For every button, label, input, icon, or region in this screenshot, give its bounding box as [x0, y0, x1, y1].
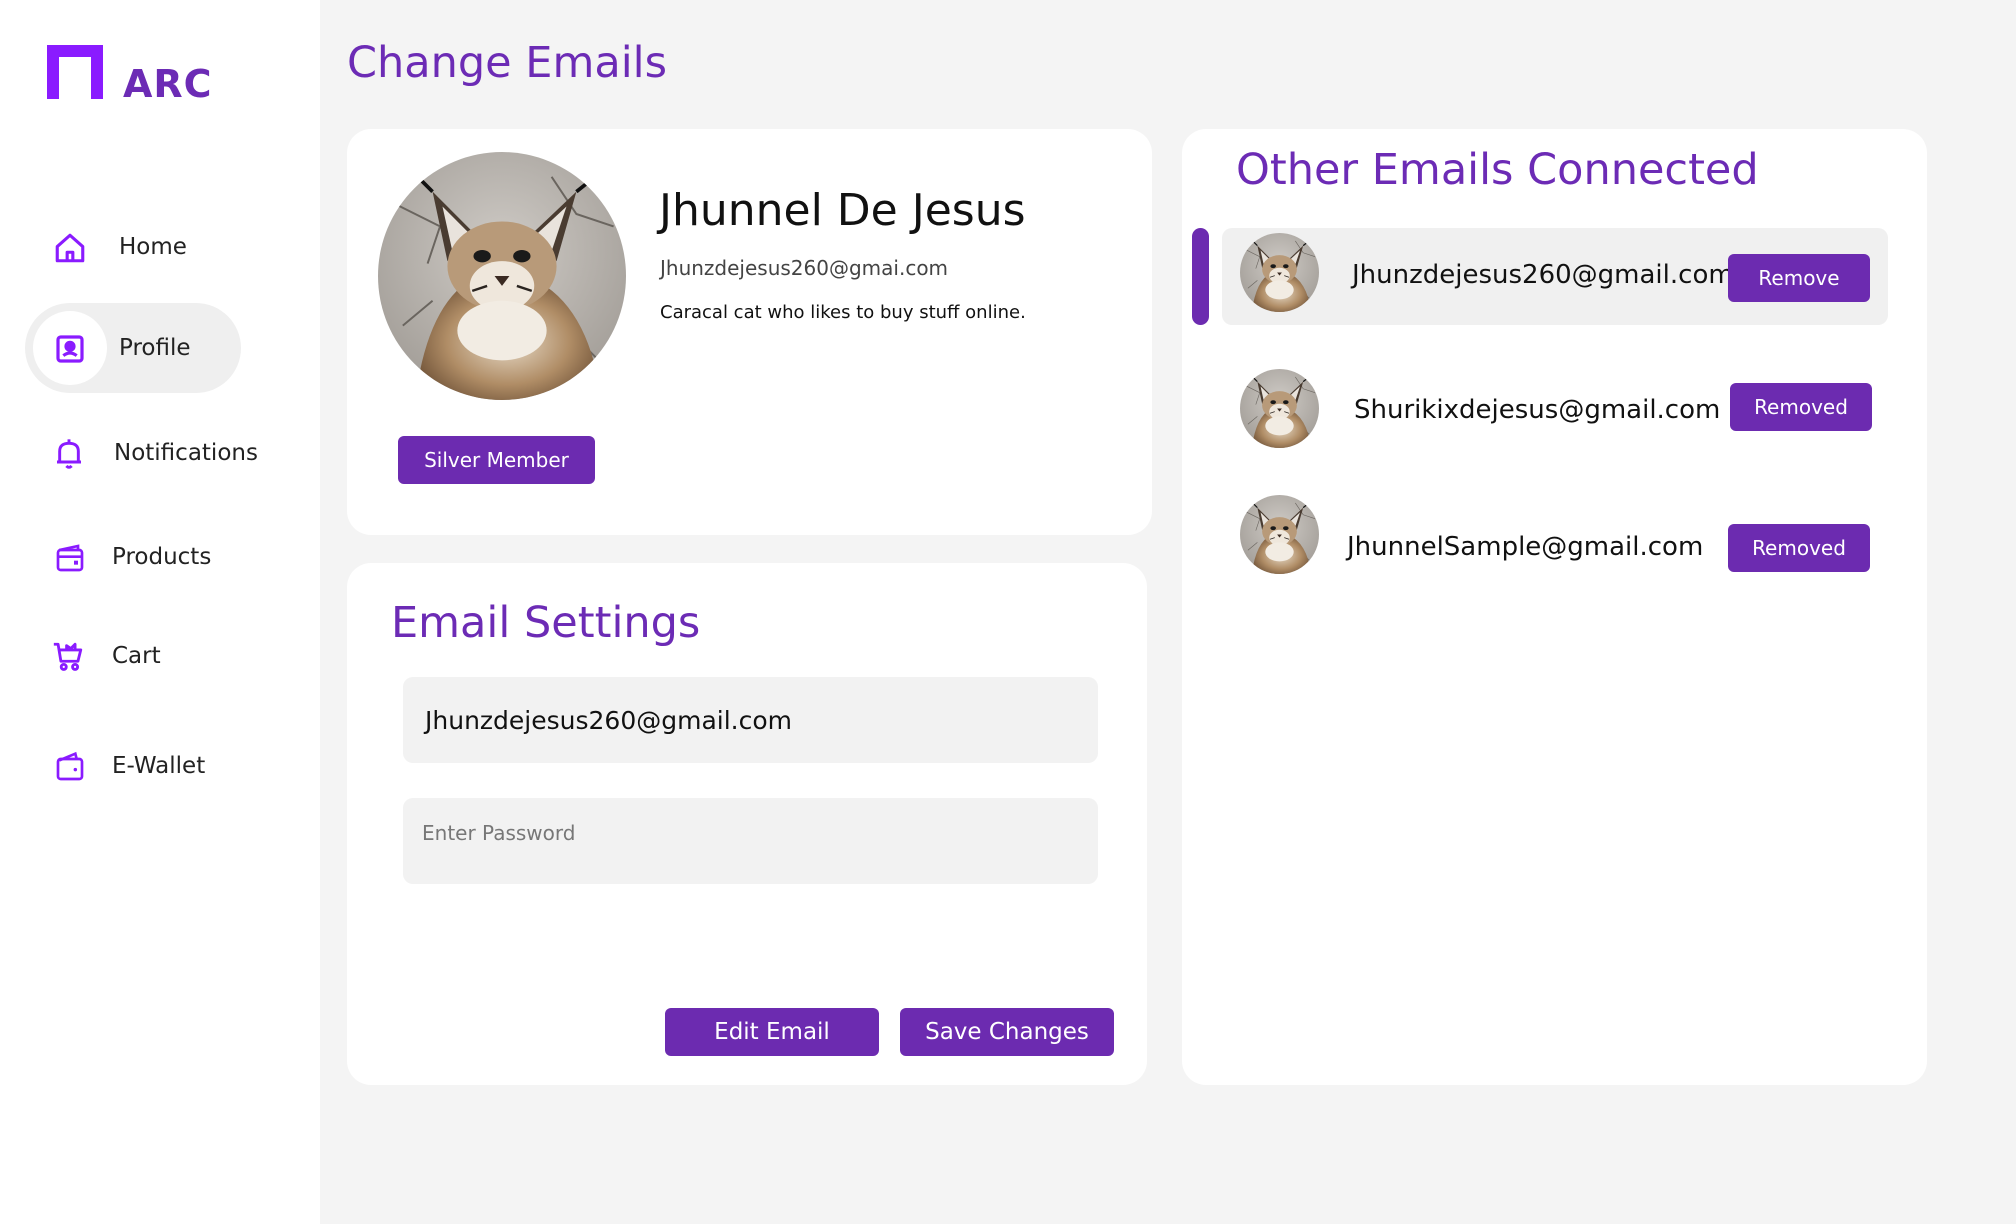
password-field[interactable]: [403, 798, 1098, 884]
profile-bio: Caracal cat who likes to buy stuff onlin…: [660, 302, 1026, 323]
connected-email: Shurikixdejesus@gmail.com: [1354, 395, 1721, 425]
sidebar-item-label: Products: [112, 544, 212, 570]
removed-email-button[interactable]: Removed: [1730, 383, 1872, 431]
list-item[interactable]: Jhunzdejesus260@gmail.com Remove: [1222, 228, 1888, 325]
edit-email-button[interactable]: Edit Email: [665, 1008, 879, 1056]
password-field-wrapper: [403, 798, 1098, 884]
sidebar-item-home[interactable]: Home: [0, 213, 320, 283]
sidebar-item-label: Home: [119, 234, 187, 260]
sidebar-item-profile[interactable]: Profile: [0, 314, 320, 384]
connected-email: Jhunzdejesus260@gmail.com: [1352, 260, 1734, 290]
save-changes-button[interactable]: Save Changes: [900, 1008, 1114, 1056]
wallet-icon: [50, 747, 90, 787]
logo-mark-icon: [47, 45, 103, 99]
list-item[interactable]: JhunnelSample@gmail.com Removed: [1222, 490, 1888, 587]
sidebar-item-label: Profile: [119, 335, 191, 361]
sidebar-item-label: E-Wallet: [112, 753, 206, 779]
sidebar-item-notifications[interactable]: Notifications: [0, 419, 320, 489]
sidebar: ARC Home Profile Notifications Products …: [0, 0, 320, 1224]
sidebar-item-e-wallet[interactable]: E-Wallet: [0, 732, 320, 802]
logo-text: ARC: [123, 62, 213, 106]
cart-icon: [48, 637, 88, 677]
profile-email: Jhunzdejesus260@gmai.com: [660, 256, 949, 280]
sidebar-item-products[interactable]: Products: [0, 523, 320, 593]
profile-name: Jhunnel De Jesus: [659, 185, 1026, 236]
avatar: [1240, 495, 1319, 574]
avatar: [1240, 233, 1319, 312]
avatar: [1240, 369, 1319, 448]
home-icon: [50, 228, 90, 268]
sidebar-item-label: Notifications: [114, 440, 258, 466]
membership-badge-button[interactable]: Silver Member: [398, 436, 595, 484]
email-field[interactable]: Jhunzdejesus260@gmail.com: [403, 677, 1098, 763]
wallet-box-icon: [50, 538, 90, 578]
email-settings-title: Email Settings: [391, 598, 701, 648]
profile-card-icon: [50, 329, 90, 369]
selected-indicator: [1192, 228, 1209, 325]
logo[interactable]: [47, 45, 103, 99]
profile-avatar: [378, 152, 626, 400]
connected-email: JhunnelSample@gmail.com: [1347, 532, 1704, 562]
other-emails-title: Other Emails Connected: [1236, 145, 1759, 195]
sidebar-item-label: Cart: [112, 643, 161, 669]
bell-icon: [49, 434, 89, 474]
remove-email-button[interactable]: Remove: [1728, 254, 1870, 302]
sidebar-item-cart[interactable]: Cart: [0, 622, 320, 692]
page-title: Change Emails: [347, 38, 668, 88]
list-item[interactable]: Shurikixdejesus@gmail.com Removed: [1222, 360, 1888, 457]
removed-email-button[interactable]: Removed: [1728, 524, 1870, 572]
